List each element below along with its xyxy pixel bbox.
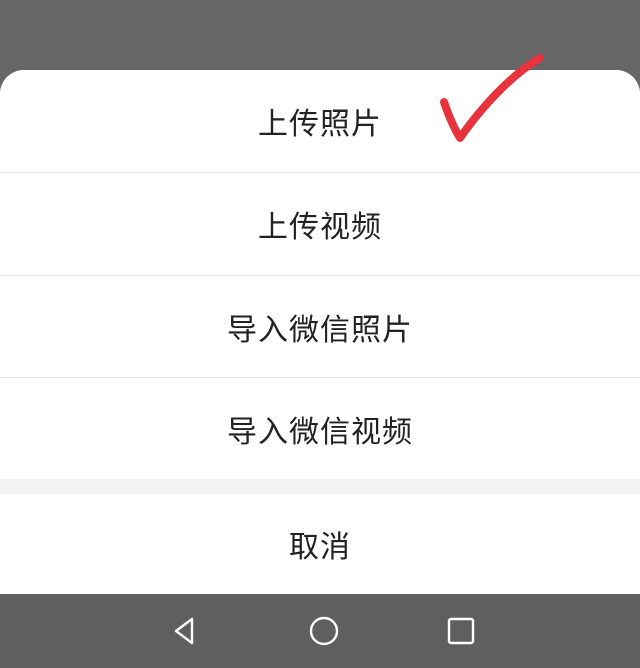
cancel-button[interactable]: 取消 xyxy=(0,494,640,594)
upload-video-label: 上传视频 xyxy=(258,210,382,245)
upload-video-option[interactable]: 上传视频 xyxy=(0,173,640,275)
import-wechat-video-label: 导入微信视频 xyxy=(227,415,413,450)
upload-photo-label: 上传照片 xyxy=(258,107,382,142)
import-wechat-video-option[interactable]: 导入微信视频 xyxy=(0,378,640,480)
checkmark-icon xyxy=(440,54,544,142)
import-wechat-photo-option[interactable]: 导入微信照片 xyxy=(0,276,640,378)
import-wechat-photo-label: 导入微信照片 xyxy=(227,313,413,348)
section-gap xyxy=(0,479,640,494)
cancel-label: 取消 xyxy=(289,530,351,565)
recents-square-icon[interactable] xyxy=(439,609,483,653)
navigation-bar xyxy=(0,594,640,668)
action-sheet: 上传照片 上传视频 导入微信照片 导入微信视频 取消 xyxy=(0,70,640,594)
home-circle-icon[interactable] xyxy=(302,609,346,653)
back-triangle-icon[interactable] xyxy=(163,609,207,653)
